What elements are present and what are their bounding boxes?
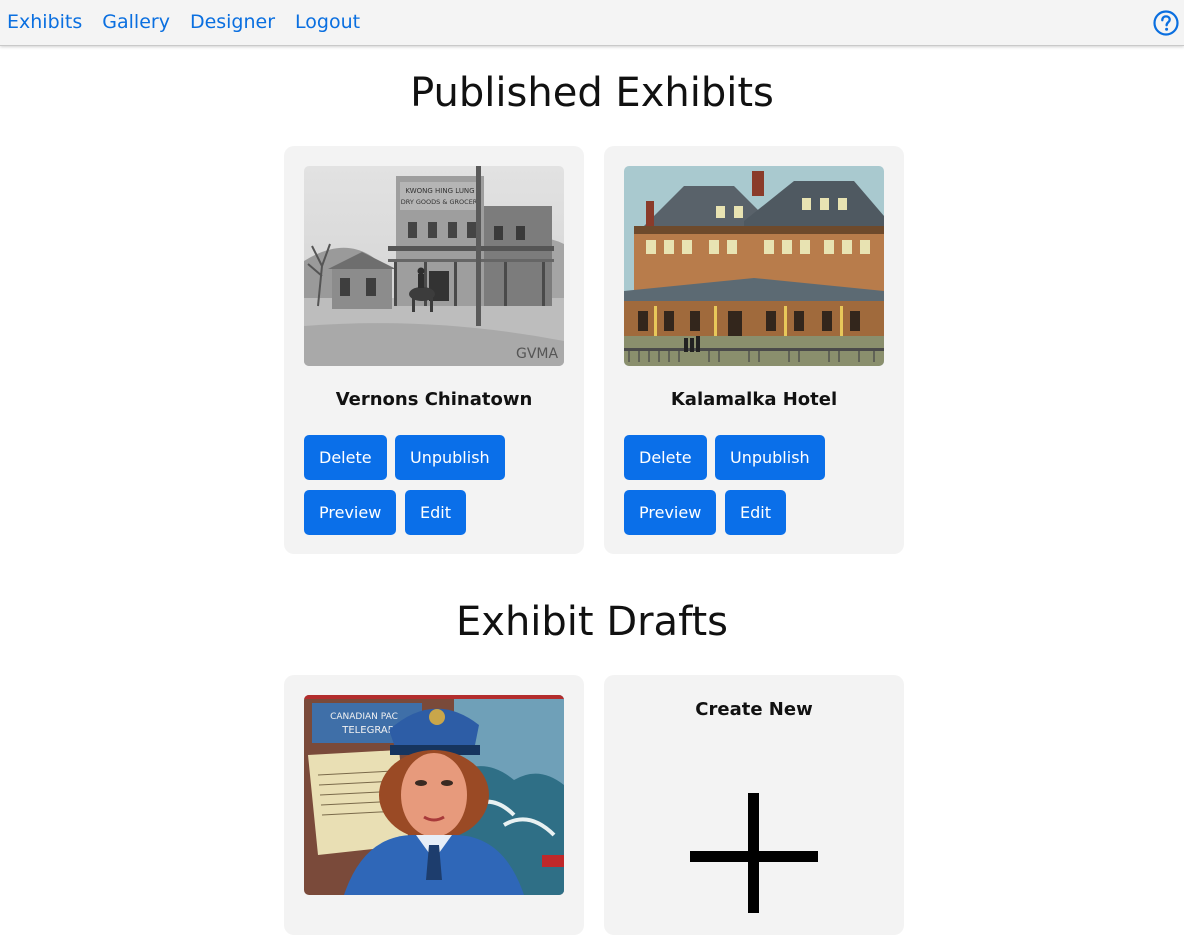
- mural-sign-text: CANADIAN PAC: [330, 712, 398, 722]
- navbar: Exhibits Gallery Designer Logout: [0, 0, 1184, 46]
- unpublish-button[interactable]: Unpublish: [395, 435, 505, 480]
- exhibit-card-vernons-chinatown: KWONG HING LUNG DRY GOODS & GROCERI GVMA…: [284, 146, 584, 554]
- edit-button[interactable]: Edit: [725, 490, 786, 535]
- exhibit-image-kalamalka-hotel: [624, 166, 884, 366]
- exhibit-title: Kalamalka Hotel: [670, 389, 838, 410]
- exhibit-card-kalamalka-hotel: Kalamalka Hotel Delete Unpublish Preview…: [604, 146, 904, 554]
- delete-button[interactable]: Delete: [624, 435, 707, 480]
- create-new-label: Create New: [695, 699, 813, 720]
- unpublish-button[interactable]: Unpublish: [715, 435, 825, 480]
- svg-text:KWONG HING LUNG: KWONG HING LUNG: [405, 187, 474, 195]
- exhibit-title: Vernons Chinatown: [335, 389, 533, 410]
- nav-logout-link[interactable]: Logout: [295, 11, 360, 33]
- nav-gallery-link[interactable]: Gallery: [102, 11, 170, 33]
- svg-text:GVMA: GVMA: [516, 346, 559, 362]
- exhibit-image-vernons-chinatown: KWONG HING LUNG DRY GOODS & GROCERI GVMA: [304, 166, 564, 366]
- nav-exhibits-link[interactable]: Exhibits: [7, 11, 82, 33]
- question-circle-icon[interactable]: [1153, 10, 1179, 36]
- edit-button[interactable]: Edit: [405, 490, 466, 535]
- draft-card: CANADIAN PAC TELEGRAP: [284, 675, 584, 935]
- preview-button[interactable]: Preview: [304, 490, 397, 535]
- published-exhibits-heading: Published Exhibits: [410, 70, 774, 116]
- exhibit-drafts-heading: Exhibit Drafts: [456, 599, 728, 645]
- delete-button[interactable]: Delete: [304, 435, 387, 480]
- nav-links: Exhibits Gallery Designer Logout: [7, 11, 360, 33]
- preview-button[interactable]: Preview: [624, 490, 717, 535]
- svg-text:TELEGRAP: TELEGRAP: [341, 725, 393, 736]
- draft-image-mural: CANADIAN PAC TELEGRAP: [304, 695, 564, 895]
- create-new-card[interactable]: Create New: [604, 675, 904, 935]
- nav-designer-link[interactable]: Designer: [190, 11, 275, 33]
- svg-text:DRY GOODS & GROCERI: DRY GOODS & GROCERI: [401, 198, 480, 206]
